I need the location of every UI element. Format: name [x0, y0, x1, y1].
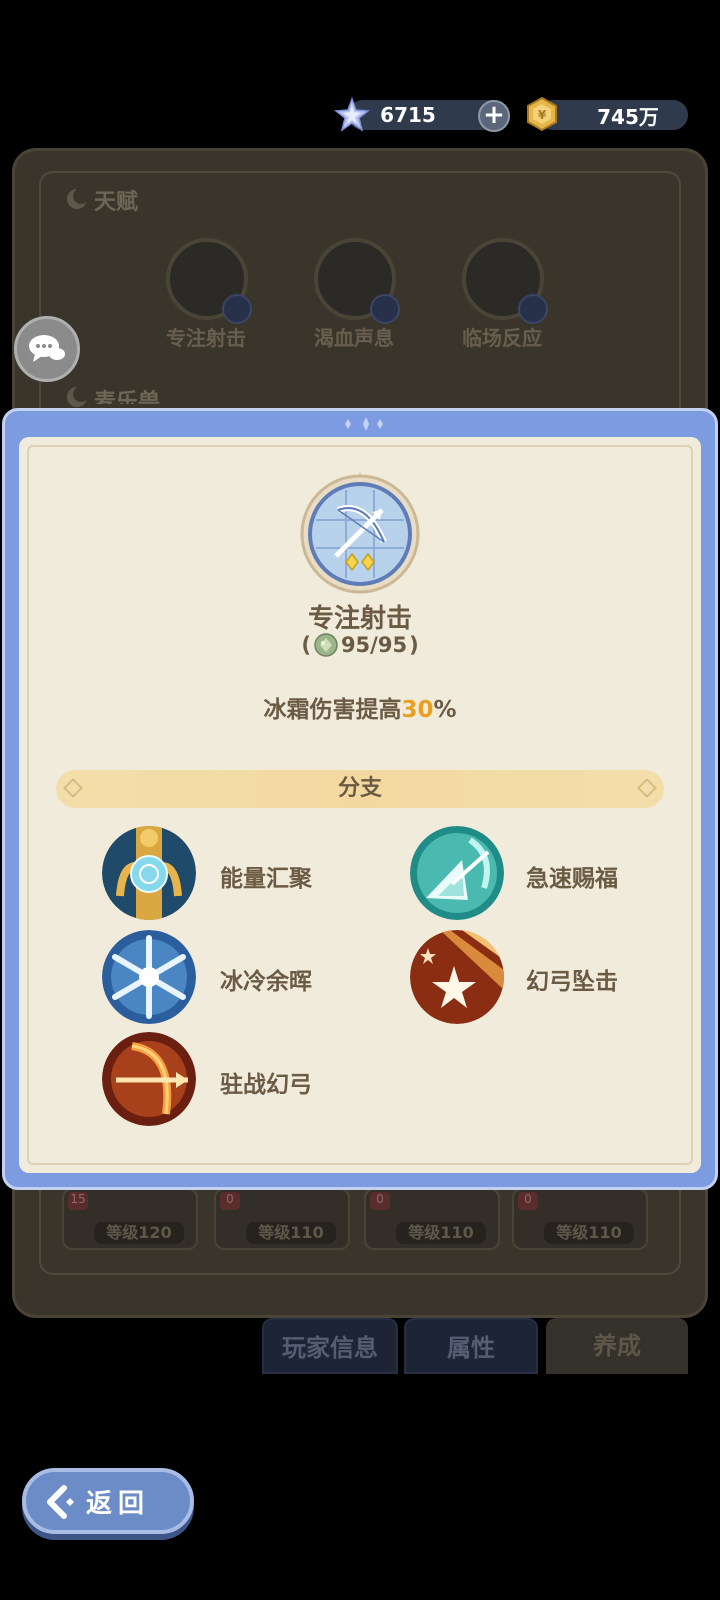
desc-value: 30 — [401, 697, 434, 723]
back-button[interactable]: 返回 — [22, 1468, 194, 1534]
talent-section-title: 天赋 — [94, 190, 139, 215]
back-arrow-icon — [47, 1485, 74, 1519]
star-gem-icon — [334, 97, 370, 132]
branch-label-4: 幻弓坠击 — [526, 969, 618, 995]
gem-count: 6715 — [380, 103, 436, 127]
phantom-bow-strike-icon[interactable] — [410, 930, 504, 1024]
tab-player-info[interactable]: 玩家信息 — [262, 1318, 398, 1374]
stationed-phantom-bow-icon[interactable] — [102, 1032, 196, 1126]
tab-attributes[interactable]: 属性 — [404, 1318, 538, 1374]
branch-label-2: 急速赐福 — [526, 866, 618, 892]
branch-label-1: 能量汇聚 — [220, 866, 312, 892]
pet-card[interactable]: 0 等级110 — [512, 1188, 648, 1250]
coin-counter: 745万 — [538, 100, 688, 130]
talent-cost: ( 95/95 ) — [0, 632, 720, 658]
talent-slot-1-label: 专注射击 — [166, 326, 246, 350]
coin-count: 745万 — [597, 104, 659, 129]
diamond-icon — [637, 778, 657, 798]
pet-level: 等级110 — [246, 1222, 336, 1244]
frost-afterglow-icon[interactable] — [102, 930, 196, 1024]
talent-description: 冰霜伤害提高30% — [0, 690, 720, 724]
magnify-icon — [518, 294, 548, 324]
moon-icon — [67, 386, 89, 407]
magnify-icon — [370, 294, 400, 324]
sparkle-decoration-icon — [345, 417, 383, 431]
pet-star-badge: 15 — [68, 1192, 88, 1210]
cost-open-paren: ( — [301, 633, 311, 657]
back-button-label: 返回 — [86, 1488, 151, 1519]
chat-bubble-icon — [29, 335, 65, 362]
talent-slot-3[interactable] — [462, 238, 548, 324]
talent-name: 专注射击 — [307, 604, 412, 634]
talent-slot-2-label: 渴血声息 — [314, 326, 394, 350]
diamond-icon — [63, 778, 83, 798]
pet-level: 等级120 — [94, 1222, 184, 1244]
desc-prefix: 冰霜伤害提高 — [263, 697, 402, 723]
chat-button[interactable] — [14, 316, 80, 382]
pet-star-badge: 0 — [370, 1192, 390, 1210]
branch-label-5: 驻战幻弓 — [220, 1072, 312, 1098]
tab-cultivate[interactable]: 养成 — [546, 1318, 688, 1374]
talent-slot-3-label: 临场反应 — [462, 326, 542, 350]
pet-card[interactable]: 0 等级110 — [364, 1188, 500, 1250]
add-gems-button[interactable]: + — [478, 100, 510, 132]
pet-card[interactable]: 15 等级120 — [62, 1188, 198, 1250]
talent-slot-2[interactable] — [314, 238, 400, 324]
cost-close-paren: ) — [409, 633, 419, 657]
magnify-icon — [222, 294, 252, 324]
pet-level: 等级110 — [396, 1222, 486, 1244]
coin-icon: ¥ — [527, 96, 557, 132]
pet-star-badge: 0 — [518, 1192, 538, 1210]
pet-star-badge: 0 — [220, 1192, 240, 1210]
cost-value: 95/95 — [340, 633, 408, 657]
green-gem-icon — [314, 633, 338, 657]
swift-blessing-icon[interactable] — [410, 826, 504, 920]
talent-slot-1[interactable] — [166, 238, 252, 324]
pet-section-title: 麦乐兽 — [94, 390, 161, 404]
desc-suffix: % — [433, 697, 457, 723]
energy-gather-icon[interactable] — [102, 826, 196, 920]
branch-label-3: 冰冷余晖 — [220, 969, 312, 995]
moon-icon — [67, 188, 89, 209]
pet-card[interactable]: 0 等级110 — [214, 1188, 350, 1250]
focused-shot-icon — [300, 470, 420, 594]
branch-header: 分支 — [56, 770, 664, 808]
branch-title: 分支 — [337, 776, 382, 801]
svg-text:¥: ¥ — [538, 108, 547, 122]
pet-level: 等级110 — [544, 1222, 634, 1244]
